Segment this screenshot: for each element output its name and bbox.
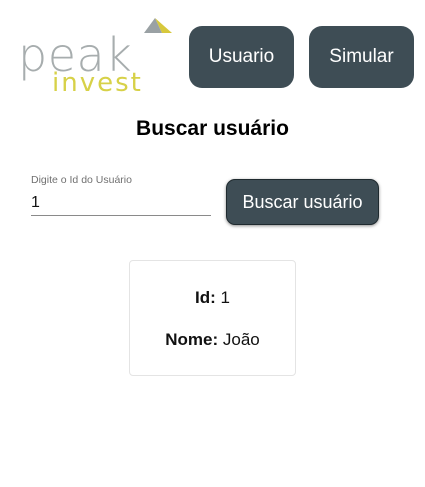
- usuario-button[interactable]: Usuario: [189, 26, 294, 88]
- simular-button[interactable]: Simular: [309, 26, 414, 88]
- user-result-card: Id: 1 Nome: João: [129, 260, 296, 376]
- user-name-value: João: [222, 330, 260, 349]
- user-id-input[interactable]: [31, 191, 211, 216]
- logo-word-invest: invest: [52, 68, 143, 98]
- page-title: Buscar usuário: [136, 117, 289, 140]
- search-user-button[interactable]: Buscar usuário: [226, 179, 379, 225]
- user-id-value: 1: [220, 288, 230, 307]
- user-id-field: Digite o Id do Usuário: [31, 172, 211, 218]
- user-name-label: Nome:: [165, 330, 223, 349]
- user-name-row: Nome: João: [130, 330, 295, 350]
- user-id-field-label: Digite o Id do Usuário: [31, 174, 132, 186]
- user-id-label: Id:: [195, 288, 221, 307]
- logo-arrow-mark-icon: [144, 18, 172, 33]
- peak-invest-logo: peak invest: [18, 18, 178, 98]
- page: peak invest Usuario Simular Buscar usuár…: [0, 0, 425, 487]
- user-id-row: Id: 1: [130, 288, 295, 308]
